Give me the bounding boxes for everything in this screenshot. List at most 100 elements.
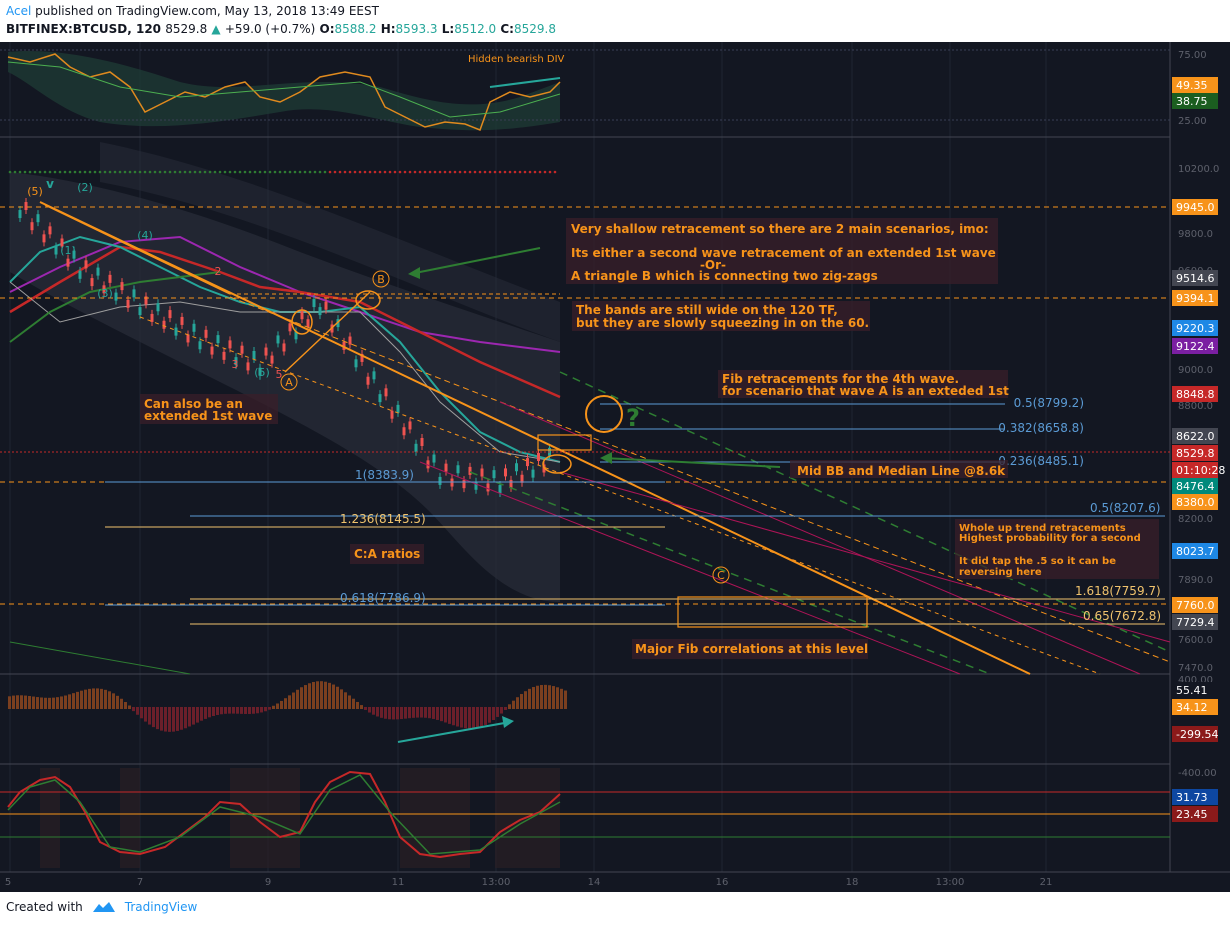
candle [306, 319, 310, 328]
signal-dot [323, 170, 327, 174]
macd-bar [76, 691, 79, 709]
macd-bar [564, 690, 567, 709]
signal-dot [508, 170, 512, 174]
candle [378, 394, 382, 403]
open-value: 8588.2 [334, 22, 377, 36]
signal-dot [108, 170, 112, 174]
fib-label: 0.5(8799.2) [1014, 396, 1084, 410]
candle [180, 316, 184, 325]
price-label: 7729.4 [1176, 616, 1215, 629]
signal-dot [473, 170, 477, 174]
candle [288, 323, 292, 332]
signal-dot [548, 170, 552, 174]
author-link[interactable]: Acel [6, 4, 31, 18]
rsi-label: 49.35 [1176, 79, 1208, 92]
hidden-div-label: Hidden bearish DIV [468, 54, 565, 65]
macd-bar [504, 707, 507, 710]
time-tick: 9 [265, 877, 271, 888]
price-label: 8529.8 [1176, 447, 1215, 460]
tradingview-link[interactable]: TradingView [125, 900, 198, 914]
candle [318, 307, 322, 316]
macd-bar [432, 707, 435, 719]
candle [420, 437, 424, 446]
macd-bar [360, 705, 363, 709]
macd-bar [484, 707, 487, 725]
signal-dot [333, 170, 337, 174]
macd-bar [24, 695, 27, 709]
signal-dot [138, 170, 142, 174]
signal-dot [58, 170, 62, 174]
signal-dot [68, 170, 72, 174]
wave-label: (3) [97, 287, 113, 300]
macd-bar [540, 685, 543, 709]
signal-dot [188, 170, 192, 174]
macd-bar [92, 688, 95, 709]
macd-bar [320, 681, 323, 709]
signal-dot [448, 170, 452, 174]
signal-dot [388, 170, 392, 174]
macd-bar [288, 695, 291, 709]
symbol-line: BITFINEX:BTCUSD, 120 8529.8 ▲ +59.0 (+0.… [6, 22, 556, 36]
macd-bar [428, 707, 431, 719]
macd-bar [264, 707, 267, 712]
price-label: 9945.0 [1176, 201, 1215, 214]
fib-label: 0.5(8207.6) [1090, 501, 1160, 515]
up-arrow-icon: ▲ [211, 22, 221, 36]
macd-bar [404, 707, 407, 719]
macd-bar [96, 688, 99, 709]
candle [408, 421, 412, 430]
signal-dot [48, 170, 52, 174]
annotation-scenarios_4: A triangle B which is connecting two zig… [571, 269, 878, 283]
macd-bar [244, 707, 247, 714]
signal-dot [538, 170, 542, 174]
chart[interactable]: Hidden bearish DIV 0.5(8799.2) 0.382(8658… [0, 42, 1230, 892]
candle [515, 463, 518, 472]
candle [509, 479, 513, 488]
signal-dot [393, 170, 397, 174]
candle [462, 480, 466, 489]
time-tick: 14 [588, 877, 601, 888]
macd-bar [80, 690, 83, 709]
price-label: 8622.0 [1176, 430, 1215, 443]
macd-bar [536, 685, 539, 709]
signal-dot [263, 170, 267, 174]
signal-dot [273, 170, 277, 174]
macd-bar [348, 695, 351, 709]
signal-dot [533, 170, 537, 174]
macd-bar [188, 707, 191, 727]
candle [78, 270, 82, 279]
macd-bar [332, 684, 335, 709]
candle [186, 334, 190, 343]
signal-dot [463, 170, 467, 174]
signal-dot [488, 170, 492, 174]
signal-dot [228, 170, 232, 174]
signal-dot [213, 170, 217, 174]
macd-bar [32, 696, 35, 709]
signal-dot [348, 170, 352, 174]
price-tick: 7600.0 [1178, 635, 1213, 646]
candle [486, 483, 490, 492]
macd-bar [408, 707, 411, 719]
fib-label: 1.236(8145.5) [340, 512, 426, 526]
signal-dot [238, 170, 242, 174]
signal-dot [553, 170, 557, 174]
signal-dot [258, 170, 262, 174]
signal-dot [243, 170, 247, 174]
candle [468, 466, 472, 475]
wave-label: 3 [232, 358, 239, 371]
signal-dot [193, 170, 197, 174]
stoch-label: 23.45 [1176, 808, 1208, 821]
signal-dot [98, 170, 102, 174]
candle [48, 226, 52, 235]
high-label: H: [380, 22, 396, 36]
macd-bar [8, 696, 11, 709]
price-label: 9394.1 [1176, 292, 1215, 305]
signal-dot [123, 170, 127, 174]
annotation-whole_3: It did tap the .5 so it can be [959, 556, 1116, 567]
macd-bar [524, 691, 527, 709]
signal-dot [403, 170, 407, 174]
signal-dot [198, 170, 202, 174]
macd-bar [508, 704, 511, 709]
macd-bar [388, 707, 391, 720]
macd-bar [44, 697, 47, 709]
